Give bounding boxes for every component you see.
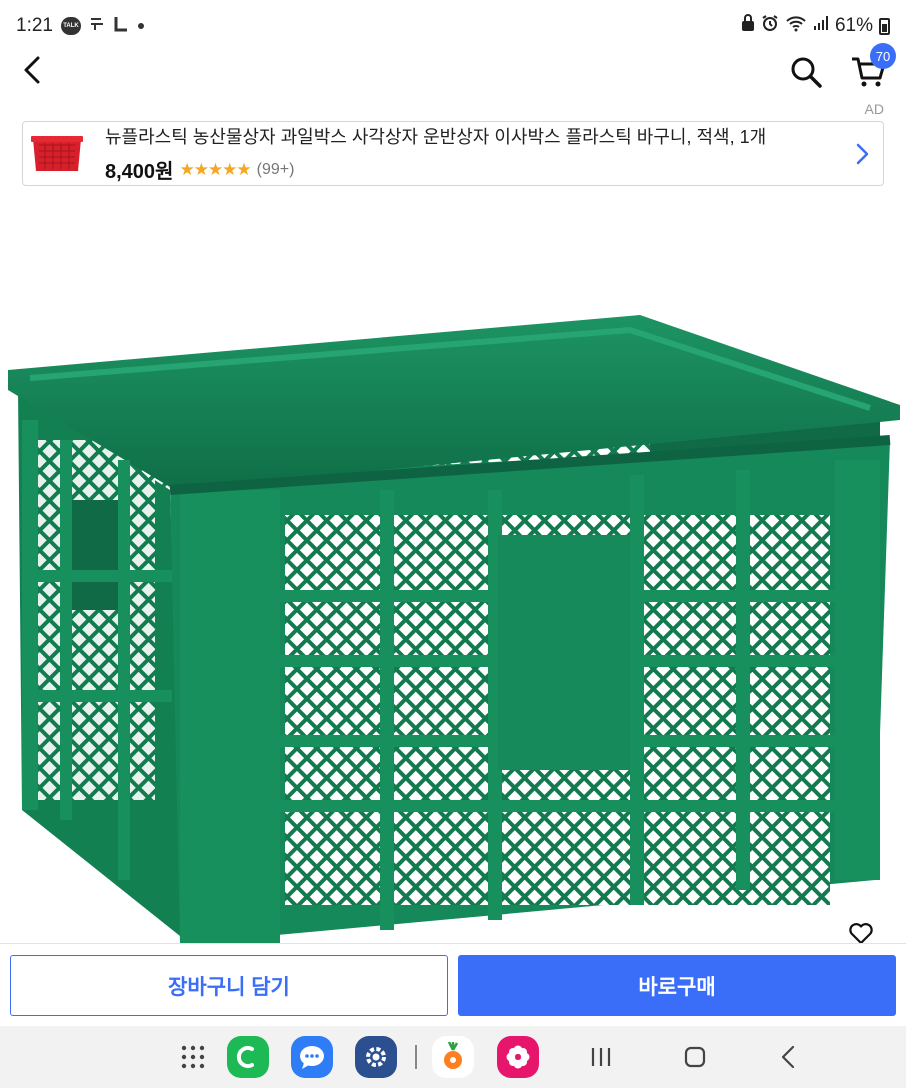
purchase-action-bar: 장바구니 담기 바로구매 [0,943,906,1026]
system-navigation-bar [0,1026,906,1088]
phone-icon [236,1046,254,1068]
add-to-cart-button[interactable]: 장바구니 담기 [10,955,448,1016]
back-button[interactable] [18,52,48,88]
ad-product-title: 뉴플라스틱 농산물상자 과일박스 사각상자 운반상자 이사박스 플라스틱 바구니… [105,127,767,147]
chevron-left-icon [24,56,40,84]
kakaotalk-notification-icon: TALK [60,17,81,35]
lock-icon [741,14,755,38]
home-icon [684,1046,706,1068]
chevron-right-icon [856,143,869,164]
product-image[interactable] [0,290,906,944]
more-notifications-dot-icon [137,17,145,35]
nav-back-button[interactable] [768,1036,810,1078]
ad-text: 뉴플라스틱 농산물상자 과일박스 사각상자 운반상자 이사박스 플라스틱 바구니… [105,123,847,184]
recent-apps-button[interactable] [580,1036,622,1078]
recents-icon [591,1048,611,1066]
alarm-icon [761,14,779,38]
phone-app-button[interactable] [227,1036,269,1078]
signal-icon [813,15,829,37]
carrot-app-button[interactable] [432,1036,474,1078]
top-app-bar [0,52,906,92]
search-icon [791,57,822,88]
notification-app-icon [89,16,105,36]
ad-arrow [847,139,877,169]
system-status: 61% [741,14,890,38]
back-arrow-icon [781,1045,795,1069]
ad-price: 8,400원 [105,161,174,183]
star-rating: ★★★★★ [179,159,251,179]
nav-divider [415,1045,417,1069]
messages-app-button[interactable] [291,1036,333,1078]
status-bar: 1:21 TALK 61% [0,0,906,52]
app-drawer-button[interactable] [172,1036,214,1078]
gear-icon [366,1047,386,1067]
wifi-icon [785,14,807,38]
message-bubble-icon [300,1046,324,1069]
review-count: (99+) [256,160,295,178]
flower-icon [506,1045,530,1069]
battery-level: 61% [834,15,873,36]
notification-icons: TALK [60,15,145,37]
flower-app-button[interactable] [497,1036,539,1078]
sponsored-product-card[interactable]: 뉴플라스틱 농산물상자 과일박스 사각상자 운반상자 이사박스 플라스틱 바구니… [22,121,884,186]
settings-app-button[interactable] [355,1036,397,1078]
ad-price-row: 8,400원 ★★★★★ (99+) [105,155,847,184]
battery-icon [879,17,890,35]
home-button[interactable] [674,1036,716,1078]
carrot-icon [444,1042,462,1069]
l-app-icon [113,15,129,37]
status-time: 1:21 [16,15,53,36]
ad-product-thumbnail [29,131,85,177]
apps-grid-icon [181,1045,205,1069]
search-button[interactable] [788,54,824,90]
ad-label: AD [864,101,884,117]
cart-count-badge: 70 [870,43,896,69]
buy-now-button[interactable]: 바로구매 [458,955,896,1016]
